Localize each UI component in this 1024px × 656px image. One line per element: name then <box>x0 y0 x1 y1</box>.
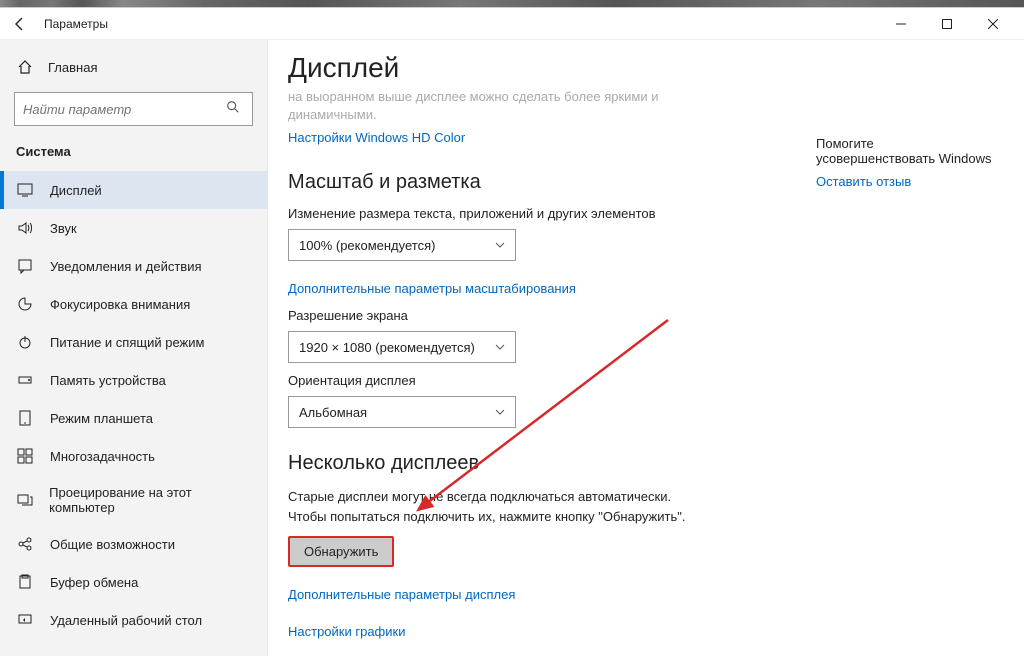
sidebar-item-shared[interactable]: Общие возможности <box>0 525 267 563</box>
advanced-scaling-link[interactable]: Дополнительные параметры масштабирования <box>288 281 576 296</box>
display-icon <box>16 181 34 199</box>
resolution-label: Разрешение экрана <box>288 308 988 323</box>
scale-label: Изменение размера текста, приложений и д… <box>288 206 988 221</box>
shared-icon <box>16 535 34 553</box>
home-label: Главная <box>48 60 97 75</box>
multitask-icon <box>16 447 34 465</box>
sidebar-item-label: Уведомления и действия <box>50 259 202 274</box>
minimize-button[interactable] <box>878 8 924 40</box>
orientation-value: Альбомная <box>299 405 367 420</box>
sidebar-item-label: Многозадачность <box>50 449 155 464</box>
section-label: Система <box>0 140 267 171</box>
sidebar-item-label: Общие возможности <box>50 537 175 552</box>
maximize-icon <box>942 19 952 29</box>
feedback-link[interactable]: Оставить отзыв <box>816 174 996 189</box>
chevron-down-icon <box>495 344 505 350</box>
maximize-button[interactable] <box>924 8 970 40</box>
sidebar-item-label: Режим планшета <box>50 411 153 426</box>
hdr-color-link[interactable]: Настройки Windows HD Color <box>288 130 465 145</box>
multi-display-heading: Несколько дисплеев <box>288 452 988 475</box>
sidebar-item-multitask[interactable]: Многозадачность <box>0 437 267 475</box>
close-icon <box>988 19 998 29</box>
remote-icon <box>16 611 34 629</box>
search-box[interactable] <box>14 92 253 126</box>
browser-tabs-strip <box>0 0 1024 8</box>
storage-icon <box>16 371 34 389</box>
titlebar: Параметры <box>0 8 1024 40</box>
sidebar-item-notifications[interactable]: Уведомления и действия <box>0 247 267 285</box>
sidebar-item-project[interactable]: Проецирование на этот компьютер <box>0 475 267 525</box>
detect-button[interactable]: Обнаружить <box>288 536 394 567</box>
window-title: Параметры <box>44 17 108 31</box>
arrow-left-icon <box>12 16 28 32</box>
advanced-display-link[interactable]: Дополнительные параметры дисплея <box>288 587 515 602</box>
project-icon <box>16 491 33 509</box>
search-icon <box>226 100 244 118</box>
hdr-note: на выоранном выше дисплее можно сделать … <box>288 88 668 124</box>
resolution-select[interactable]: 1920 × 1080 (рекомендуется) <box>288 331 516 363</box>
minimize-icon <box>896 19 906 29</box>
sidebar-item-remote[interactable]: Удаленный рабочий стол <box>0 601 267 639</box>
sidebar-item-storage[interactable]: Память устройства <box>0 361 267 399</box>
sidebar: Главная Система Дисплей Звук Уведомления… <box>0 40 268 656</box>
clipboard-icon <box>16 573 34 591</box>
close-button[interactable] <box>970 8 1016 40</box>
graphics-settings-link[interactable]: Настройки графики <box>288 624 405 639</box>
orientation-select[interactable]: Альбомная <box>288 396 516 428</box>
sidebar-item-label: Дисплей <box>50 183 102 198</box>
home-button[interactable]: Главная <box>0 52 267 86</box>
sound-icon <box>16 219 34 237</box>
tablet-icon <box>16 409 34 427</box>
sidebar-item-clipboard[interactable]: Буфер обмена <box>0 563 267 601</box>
focus-icon <box>16 295 34 313</box>
search-input[interactable] <box>23 102 226 117</box>
scale-value: 100% (рекомендуется) <box>299 238 435 253</box>
feedback-title: Помогите усовершенствовать Windows <box>816 136 996 166</box>
chevron-down-icon <box>495 242 505 248</box>
sidebar-item-label: Буфер обмена <box>50 575 138 590</box>
sidebar-item-label: Память устройства <box>50 373 166 388</box>
home-icon <box>16 58 34 76</box>
sidebar-item-label: Питание и спящий режим <box>50 335 204 350</box>
page-title: Дисплей <box>288 52 988 84</box>
chevron-down-icon <box>495 409 505 415</box>
notifications-icon <box>16 257 34 275</box>
power-icon <box>16 333 34 351</box>
resolution-value: 1920 × 1080 (рекомендуется) <box>299 340 475 355</box>
content-area: Дисплей на выоранном выше дисплее можно … <box>268 40 1024 656</box>
sidebar-item-power[interactable]: Питание и спящий режим <box>0 323 267 361</box>
sidebar-item-label: Фокусировка внимания <box>50 297 190 312</box>
scale-select[interactable]: 100% (рекомендуется) <box>288 229 516 261</box>
sidebar-item-label: Звук <box>50 221 77 236</box>
sidebar-item-label: Проецирование на этот компьютер <box>49 485 251 515</box>
sidebar-item-display[interactable]: Дисплей <box>0 171 267 209</box>
back-button[interactable] <box>8 12 32 36</box>
sidebar-item-tablet[interactable]: Режим планшета <box>0 399 267 437</box>
orientation-label: Ориентация дисплея <box>288 373 988 388</box>
sidebar-item-label: Удаленный рабочий стол <box>50 613 202 628</box>
sidebar-item-focus[interactable]: Фокусировка внимания <box>0 285 267 323</box>
sidebar-item-sound[interactable]: Звук <box>0 209 267 247</box>
feedback-panel: Помогите усовершенствовать Windows Остав… <box>816 136 996 189</box>
multi-display-desc: Старые дисплеи могут не всегда подключат… <box>288 487 988 526</box>
